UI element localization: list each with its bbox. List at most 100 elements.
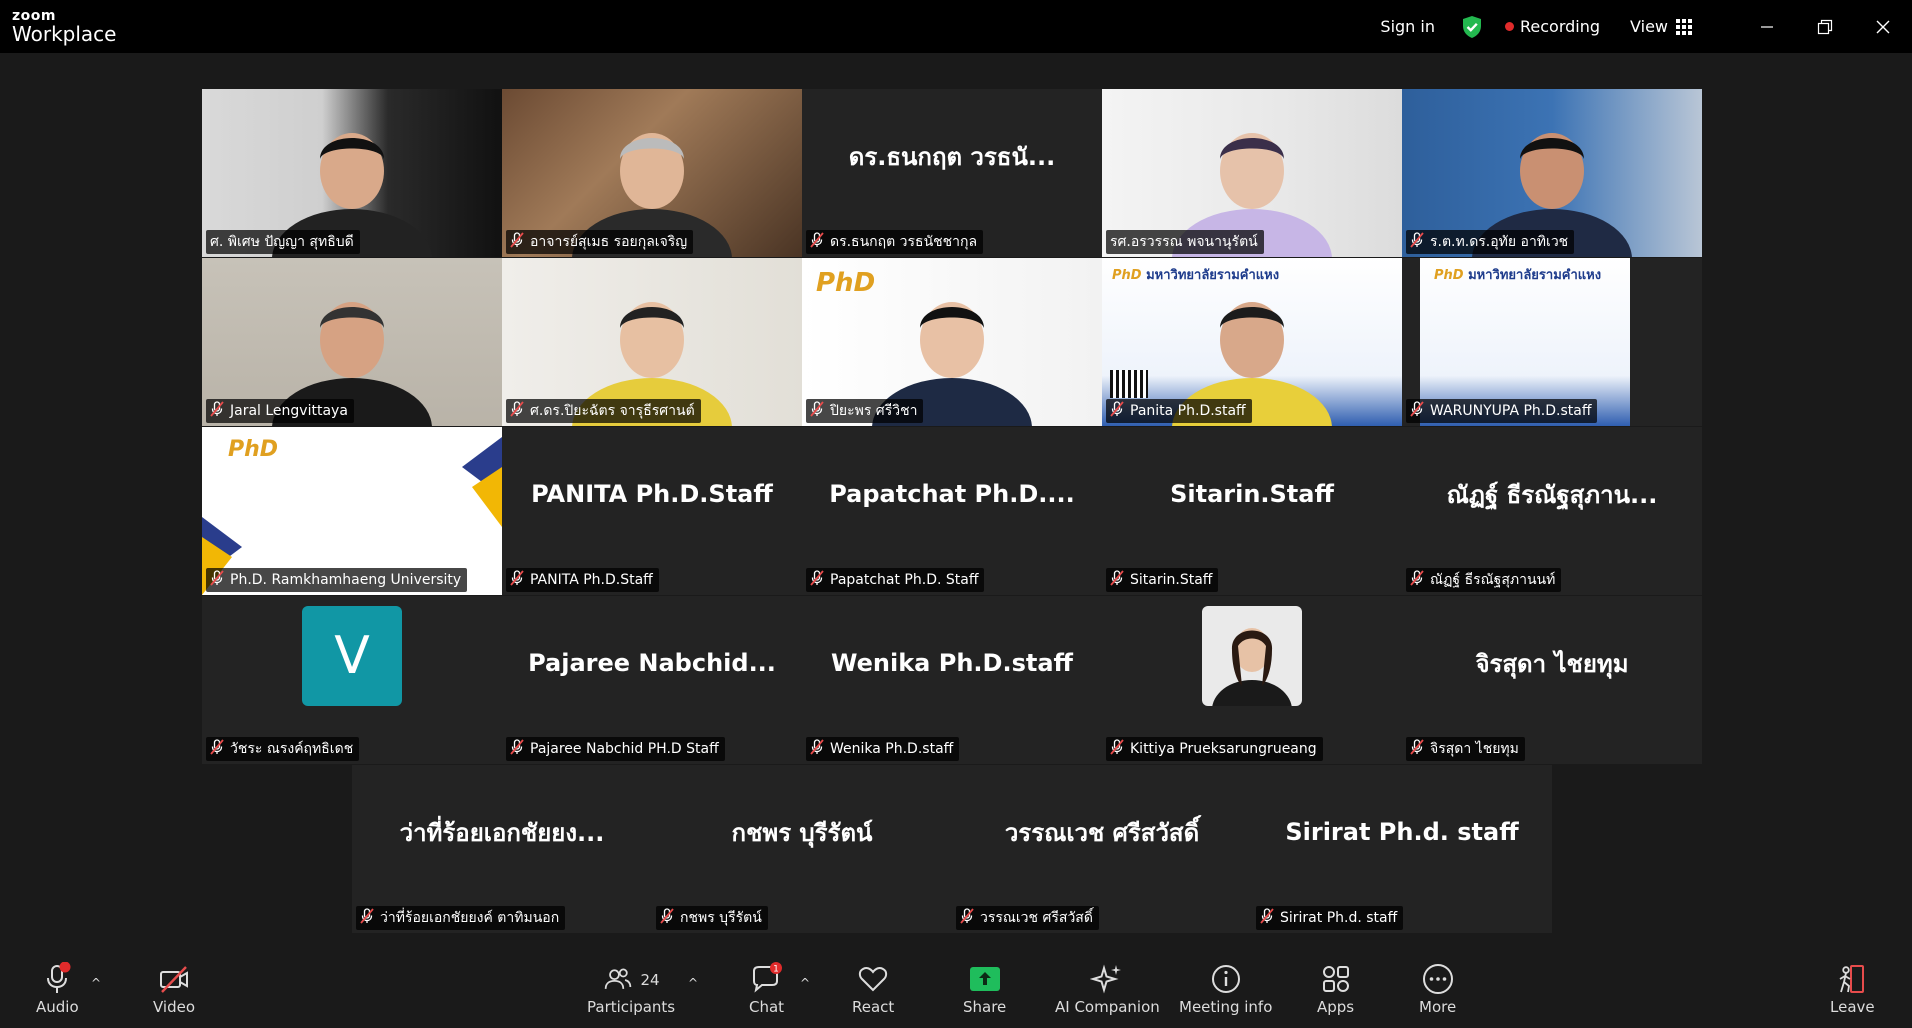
participant-name: ณัฏฐ์ ธีรณัฐสุภานนท์ [1430, 572, 1556, 588]
more-button[interactable]: More [1419, 962, 1456, 1016]
participant-tile[interactable]: PhD Ph.D. Ramkhamhaeng University [202, 427, 502, 595]
more-icon [1422, 964, 1453, 994]
muted-mic-icon [1110, 401, 1130, 421]
participant-tile[interactable]: ศ. พิเศษ ปัญญา สุทธิบดี [202, 89, 502, 257]
participant-tile[interactable]: Pajaree Nabchid... Pajaree Nabchid PH.D S… [502, 596, 802, 764]
meeting-info-label: Meeting info [1179, 998, 1273, 1016]
participant-name-label: ร.ต.ท.ดร.อุทัย อาทิเวช [1406, 230, 1575, 254]
participant-tile[interactable]: อาจารย์สุเมธ รอยกุลเจริญ [502, 89, 802, 257]
audio-options-caret-icon[interactable]: ^ [91, 976, 101, 990]
brand-top: zoom [12, 8, 56, 24]
participant-tile[interactable]: จิรสุดา ไชยทุม จิรสุดา ไชยทุม [1402, 596, 1702, 764]
participant-name-label: Panita Ph.D.staff [1106, 399, 1252, 423]
participant-name-label: Wenika Ph.D.staff [806, 737, 960, 761]
participant-tile[interactable]: ว่าที่ร้อยเอกชัยยง... ว่าที่ร้อยเอกชัยยงค… [352, 765, 652, 933]
participant-tile[interactable]: Jaral Lengvittaya [202, 258, 502, 426]
participant-tile[interactable]: Kittiya Prueksarungrueang [1102, 596, 1402, 764]
restore-button[interactable] [1796, 0, 1854, 53]
participant-name: จิรสุดา ไชยทุม [1430, 741, 1519, 757]
view-button[interactable]: View [1630, 17, 1692, 36]
participant-tile[interactable]: Sirirat Ph.d. staff Sirirat Ph.d. staff [1252, 765, 1552, 933]
muted-mic-icon [810, 401, 830, 421]
participant-name-label: ปิยะพร ศรีวิชา [806, 399, 924, 423]
participant-tile[interactable]: Wenika Ph.D.staff Wenika Ph.D.staff [802, 596, 1102, 764]
participant-tile[interactable]: รศ.อรวรรณ พจนานุรัตน์ [1102, 89, 1402, 257]
video-button[interactable]: Video [153, 962, 195, 1016]
video-label: Video [153, 998, 196, 1016]
participant-name: อาจารย์สุเมธ รอยกุลเจริญ [530, 234, 688, 250]
close-button[interactable] [1854, 0, 1912, 53]
participant-tile[interactable]: กชพร บุรีรัตน์ กชพร บุรีรัตน์ [652, 765, 952, 933]
meeting-info-button[interactable]: Meeting info [1179, 962, 1272, 1016]
ai-companion-button[interactable]: AI Companion [1055, 962, 1160, 1016]
participant-display-name: ณัฏฐ์ ธีรณัฐสุภาน... [1446, 480, 1658, 509]
sign-in-button[interactable]: Sign in [1380, 17, 1435, 36]
participant-tile[interactable]: ร.ต.ท.ดร.อุทัย อาทิเวช [1402, 89, 1702, 257]
chat-button[interactable]: 1 Chat [749, 962, 784, 1016]
ai-companion-label: AI Companion [1055, 998, 1160, 1016]
participants-options-caret-icon[interactable]: ^ [688, 976, 698, 990]
avatar [1202, 606, 1302, 706]
meeting-toolbar: Audio ^ Video 24 Participants ^ 1 Chat ^… [0, 950, 1912, 1028]
participant-name: ปิยะพร ศรีวิชา [830, 403, 918, 419]
chat-icon: 1 [752, 962, 782, 993]
muted-mic-icon [1110, 739, 1130, 759]
participant-tile[interactable]: วรรณเวช ศรีสวัสดิ์ วรรณเวช ศรีสวัสดิ์ [952, 765, 1252, 933]
apps-button[interactable]: Apps [1317, 962, 1354, 1016]
participant-name-label: วรรณเวช ศรีสวัสดิ์ [956, 906, 1099, 930]
participant-tile[interactable]: Papatchat Ph.D.... Papatchat Ph.D. Staff [802, 427, 1102, 595]
participant-name-label: WARUNYUPA Ph.D.staff [1406, 399, 1598, 423]
react-button[interactable]: React [852, 962, 894, 1016]
participant-display-name: วรรณเวช ศรีสวัสดิ์ [1004, 818, 1200, 847]
avatar-initial: V [302, 606, 402, 706]
muted-mic-icon [1410, 401, 1430, 421]
participant-name-label: Jaral Lengvittaya [206, 399, 354, 423]
participant-tile[interactable]: ณัฏฐ์ ธีรณัฐสุภาน... ณัฏฐ์ ธีรณัฐสุภานนท์ [1402, 427, 1702, 595]
participant-tile[interactable]: V วัชระ ณรงค์ฤทธิเดช [202, 596, 502, 764]
audio-button[interactable]: Audio [36, 962, 79, 1016]
participant-name-label: PANITA Ph.D.Staff [506, 568, 659, 592]
encryption-shield-icon[interactable] [1461, 15, 1483, 39]
participant-name: ร.ต.ท.ดร.อุทัย อาทิเวช [1430, 234, 1569, 250]
participant-name-label: ศ.ดร.ปิยะฉัตร จารุธีรศานต์ [506, 399, 701, 423]
participant-tile[interactable]: PhD ปิยะพร ศรีวิชา [802, 258, 1102, 426]
title-bar: zoom Workplace Sign in Recording View [0, 0, 1912, 53]
muted-mic-icon [210, 570, 230, 590]
participants-button[interactable]: 24 Participants [587, 962, 675, 1016]
participant-name-label: จิรสุดา ไชยทุม [1406, 737, 1525, 761]
muted-mic-icon [960, 908, 980, 928]
leave-door-icon [1839, 965, 1865, 993]
leave-label: Leave [1830, 998, 1875, 1016]
participant-tile[interactable]: ดร.ธนกฤต วรธนั... ดร.ธนกฤต วรธนัชชากุล [802, 89, 1102, 257]
participant-name-label: กชพร บุรีรัตน์ [656, 906, 768, 930]
share-button[interactable]: Share [963, 962, 1006, 1016]
participant-tile[interactable]: PhD มหาวิทยาลัยรามคำแหง WARUNYUPA Ph.D.st… [1402, 258, 1702, 426]
participant-display-name: PANITA Ph.D.Staff [531, 480, 773, 508]
chat-options-caret-icon[interactable]: ^ [800, 976, 810, 990]
participants-label: Participants [587, 998, 676, 1016]
audio-label: Audio [36, 998, 79, 1016]
participant-name: Papatchat Ph.D. Staff [830, 572, 979, 588]
minimize-button[interactable] [1738, 0, 1796, 53]
muted-mic-icon [660, 908, 680, 928]
muted-mic-icon [1410, 739, 1430, 759]
participant-name: WARUNYUPA Ph.D.staff [1430, 403, 1592, 419]
muted-mic-icon [510, 739, 530, 759]
participant-tile[interactable]: ศ.ดร.ปิยะฉัตร จารุธีรศานต์ [502, 258, 802, 426]
view-label: View [1630, 17, 1668, 36]
participant-tile[interactable]: Sitarin.Staff Sitarin.Staff [1102, 427, 1402, 595]
participant-name-label: Sirirat Ph.d. staff [1256, 906, 1404, 930]
participant-name: ศ. พิเศษ ปัญญา สุทธิบดี [210, 234, 354, 250]
participant-name: Wenika Ph.D.staff [830, 741, 954, 757]
participant-tile[interactable]: PANITA Ph.D.Staff PANITA Ph.D.Staff [502, 427, 802, 595]
participant-display-name: ดร.ธนกฤต วรธนั... [848, 142, 1056, 171]
leave-button[interactable]: Leave [1830, 962, 1875, 1016]
ai-sparkle-icon [1090, 964, 1122, 994]
participant-tile[interactable]: PhD มหาวิทยาลัยรามคำแหง Panita Ph.D.staff [1102, 258, 1402, 426]
chat-label: Chat [749, 998, 785, 1016]
microphone-icon [47, 962, 71, 993]
close-icon [1876, 20, 1890, 33]
apps-icon [1322, 966, 1349, 992]
participant-display-name: กชพร บุรีรัตน์ [731, 818, 873, 847]
recording-indicator[interactable]: Recording [1505, 17, 1600, 36]
